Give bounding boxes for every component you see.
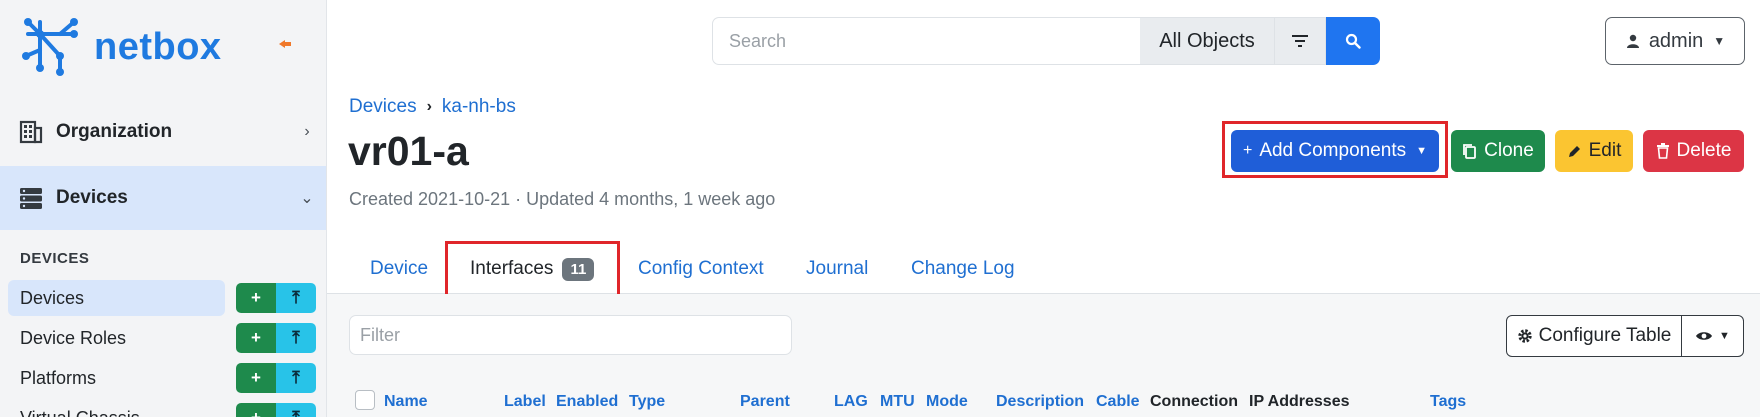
sidebar-section-organization[interactable]: Organization › xyxy=(0,100,326,164)
filter-input[interactable] xyxy=(349,315,792,355)
breadcrumb: Devices › ka-nh-bs xyxy=(349,96,516,118)
table-config-group: Configure Table ▼ xyxy=(1506,315,1744,357)
column-enabled[interactable]: Enabled xyxy=(556,393,618,411)
global-search: All Objects xyxy=(712,17,1380,65)
column-mtu[interactable]: MTU xyxy=(880,393,915,411)
chevron-down-icon: ⌄ xyxy=(300,190,314,207)
delete-label: Delete xyxy=(1676,140,1732,161)
column-tags[interactable]: Tags xyxy=(1430,393,1466,411)
column-lag[interactable]: LAG xyxy=(834,393,868,411)
page-title: vr01-a xyxy=(348,128,469,174)
search-filter-button[interactable] xyxy=(1274,17,1326,65)
sidebar-item-device-roles[interactable]: Device Roles xyxy=(8,320,225,356)
chevron-right-icon: › xyxy=(304,123,310,140)
sidebar-section-devices[interactable]: Devices ⌄ xyxy=(0,166,326,230)
user-menu-button[interactable]: admin ▼ xyxy=(1605,17,1745,65)
add-device-button[interactable]: + xyxy=(236,283,276,313)
netbox-logo-icon xyxy=(22,18,78,76)
caret-down-icon: ▼ xyxy=(1713,34,1726,48)
breadcrumb-site[interactable]: ka-nh-bs xyxy=(442,96,516,118)
search-icon xyxy=(1345,33,1361,49)
column-label[interactable]: Label xyxy=(504,393,546,411)
column-mode[interactable]: Mode xyxy=(926,393,968,411)
import-virtual-chassis-button[interactable]: ⤒ xyxy=(276,403,316,417)
building-icon xyxy=(19,120,43,144)
column-parent[interactable]: Parent xyxy=(740,393,790,411)
logo-text: netbox xyxy=(94,25,222,68)
eye-icon xyxy=(1696,332,1713,340)
clone-button[interactable]: Clone xyxy=(1451,130,1545,172)
sidebar-item-platforms[interactable]: Platforms xyxy=(8,360,225,396)
configure-table-button[interactable]: Configure Table xyxy=(1506,315,1682,357)
search-scope-select[interactable]: All Objects xyxy=(1140,17,1274,65)
edit-label: Edit xyxy=(1588,140,1622,161)
caret-down-icon: ▼ xyxy=(1416,145,1428,157)
add-components-label: Add Components xyxy=(1259,140,1407,161)
section-label: Organization xyxy=(56,121,173,142)
sidebar: netbox Organization › Devices ⌄ DEVICES … xyxy=(0,0,327,417)
tab-change-log[interactable]: Change Log xyxy=(911,244,1015,294)
import-devices-button[interactable]: ⤒ xyxy=(276,283,316,313)
breadcrumb-separator-icon: › xyxy=(426,98,432,115)
add-platform-button[interactable]: + xyxy=(236,363,276,393)
sidebar-item-devices[interactable]: Devices xyxy=(8,280,225,316)
trash-icon xyxy=(1656,143,1669,159)
search-button[interactable] xyxy=(1326,17,1380,65)
sidebar-item-virtual-chassis[interactable]: Virtual Chassis xyxy=(8,400,225,417)
page-meta: Created 2021-10-21 · Updated 4 months, 1… xyxy=(349,189,776,209)
import-platforms-button[interactable]: ⤒ xyxy=(276,363,316,393)
import-device-roles-button[interactable]: ⤒ xyxy=(276,323,316,353)
user-icon xyxy=(1626,34,1639,48)
delete-button[interactable]: Delete xyxy=(1643,130,1744,172)
copy-icon xyxy=(1463,144,1477,159)
add-device-role-button[interactable]: + xyxy=(236,323,276,353)
netbox-logo[interactable]: netbox xyxy=(20,14,222,80)
configure-table-label: Configure Table xyxy=(1538,325,1672,346)
sidebar-group-heading: DEVICES xyxy=(20,250,90,267)
interfaces-table-header: Name Label Enabled Type Parent LAG MTU M… xyxy=(349,388,1749,417)
column-description[interactable]: Description xyxy=(996,393,1084,411)
column-connection: Connection xyxy=(1150,393,1238,410)
tab-journal[interactable]: Journal xyxy=(806,244,868,294)
edit-button[interactable]: Edit xyxy=(1555,130,1633,172)
plus-icon: + xyxy=(1242,142,1253,159)
column-cable[interactable]: Cable xyxy=(1096,393,1140,411)
add-virtual-chassis-button[interactable]: + xyxy=(236,403,276,417)
add-components-button[interactable]: + Add Components ▼ xyxy=(1231,130,1439,172)
user-name: admin xyxy=(1648,29,1704,52)
server-icon xyxy=(20,188,42,209)
clone-label: Clone xyxy=(1484,140,1534,161)
breadcrumb-devices[interactable]: Devices xyxy=(349,96,417,118)
tab-config-context[interactable]: Config Context xyxy=(638,244,764,294)
caret-down-icon: ▼ xyxy=(1719,330,1730,342)
search-input[interactable] xyxy=(712,17,1140,65)
gear-icon xyxy=(1517,329,1532,343)
pencil-icon xyxy=(1568,145,1580,157)
highlight-box-interfaces-tab xyxy=(445,241,620,298)
section-label: Devices xyxy=(56,187,128,208)
select-all-checkbox[interactable] xyxy=(355,390,375,410)
column-name[interactable]: Name xyxy=(384,393,428,411)
pin-icon[interactable] xyxy=(277,36,293,57)
tab-device[interactable]: Device xyxy=(370,244,428,294)
column-ip-addresses: IP Addresses xyxy=(1249,393,1350,410)
column-type[interactable]: Type xyxy=(629,393,665,411)
filter-icon xyxy=(1292,35,1308,47)
column-visibility-dropdown[interactable]: ▼ xyxy=(1682,315,1744,357)
